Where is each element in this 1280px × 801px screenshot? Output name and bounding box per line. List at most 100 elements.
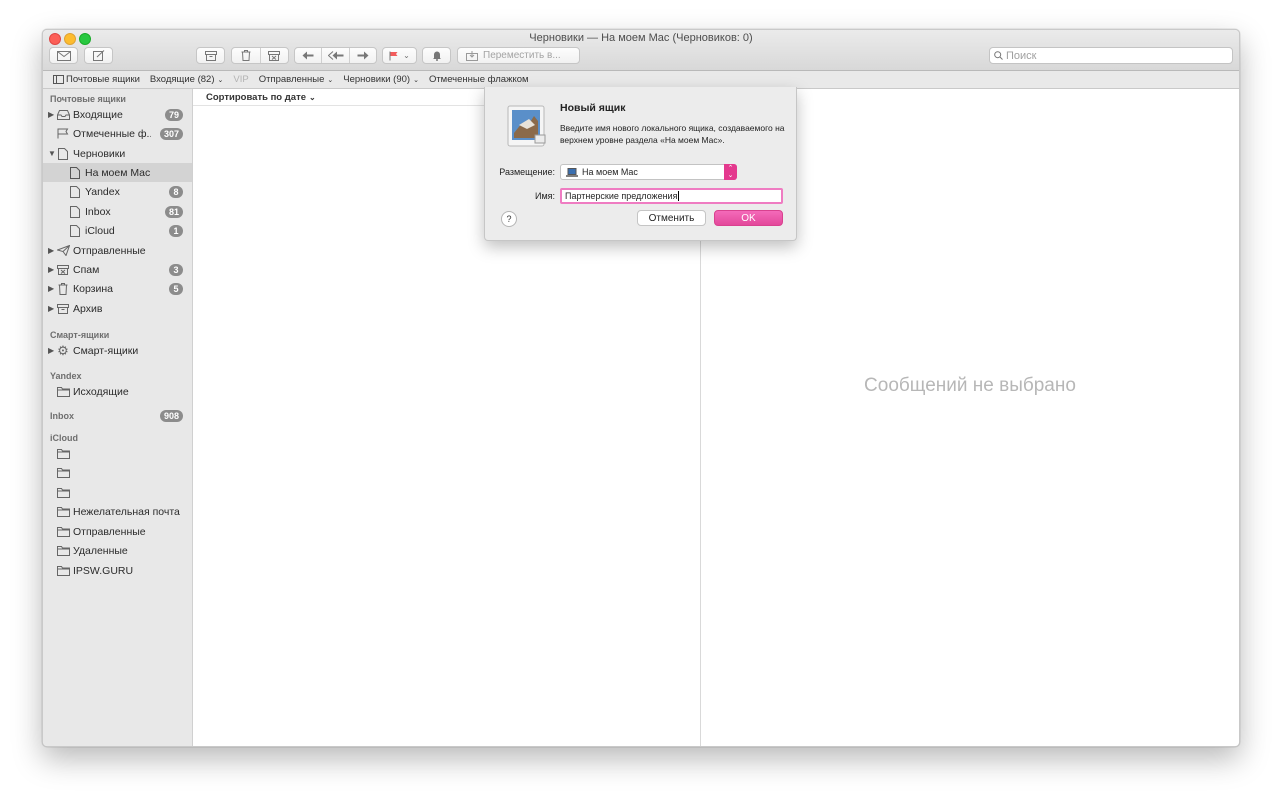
sidebar-item-drafts[interactable]: ▼ Черновики xyxy=(43,144,192,163)
sidebar-toggle-icon xyxy=(53,75,64,84)
cancel-button[interactable]: Отменить xyxy=(637,210,706,226)
archive-icon xyxy=(204,50,217,61)
unread-badge: 79 xyxy=(164,108,183,121)
forward-button[interactable] xyxy=(350,51,376,60)
favorites-drafts[interactable]: Черновики (90) ⌄ xyxy=(343,74,419,85)
sidebar-item-label: Спам xyxy=(73,263,100,276)
unread-badge: 81 xyxy=(164,205,183,218)
chevron-down-icon: ⌄ xyxy=(217,76,224,84)
sidebar-item-smart-mailboxes[interactable]: ▶ ⚙ Смарт-ящики xyxy=(43,341,192,360)
flag-button[interactable]: ⌄ xyxy=(382,47,417,64)
sidebar-item-label: Yandex xyxy=(85,185,120,198)
document-icon xyxy=(68,185,82,198)
sidebar-item-folder[interactable] xyxy=(43,483,192,502)
paper-plane-icon xyxy=(56,245,70,257)
sidebar-item-flagged[interactable]: Отмеченные ф... 307 xyxy=(43,124,192,143)
disclosure-right-icon[interactable]: ▶ xyxy=(48,110,56,119)
sidebar-item-label: iCloud xyxy=(85,224,115,237)
folder-icon xyxy=(56,506,70,518)
chevron-down-icon: ⌄ xyxy=(309,92,316,102)
sidebar-item-yandex-drafts[interactable]: Yandex 8 xyxy=(43,182,192,201)
trash-icon xyxy=(56,282,70,295)
reply-icon xyxy=(302,51,314,60)
favorites-inbox[interactable]: Входящие (82) ⌄ xyxy=(150,74,223,85)
get-mail-button[interactable] xyxy=(49,47,78,64)
section-inbox: Inbox xyxy=(50,411,74,421)
folder-icon xyxy=(56,526,70,538)
new-mailbox-dialog: Новый ящик Введите имя нового локального… xyxy=(484,87,797,241)
location-value: На моем Mac xyxy=(582,167,638,177)
folder-icon xyxy=(56,565,70,577)
move-to-label: Переместить в... xyxy=(483,50,561,61)
sidebar-item-label: Нежелательная почта xyxy=(73,505,180,518)
sidebar-item-inbox-drafts[interactable]: Inbox 81 xyxy=(43,202,192,221)
disclosure-right-icon[interactable]: ▶ xyxy=(48,346,56,355)
archive-button[interactable] xyxy=(196,47,225,64)
sort-label: Сортировать по дате xyxy=(206,91,307,103)
envelope-icon xyxy=(56,50,71,61)
flag-icon xyxy=(389,51,398,60)
favorites-inbox-label: Входящие (82) xyxy=(149,74,215,85)
favorites-mailboxes-button[interactable]: Почтовые ящики xyxy=(53,74,140,85)
sidebar-item-trash[interactable]: ▶ Корзина 5 xyxy=(43,279,192,298)
disclosure-right-icon[interactable]: ▶ xyxy=(48,284,56,293)
help-button[interactable]: ? xyxy=(501,211,517,227)
sidebar-item-icloud-sent[interactable]: Отправленные xyxy=(43,522,192,541)
mute-button[interactable] xyxy=(422,47,451,64)
mailbox-name-input[interactable]: Партнерские предложения xyxy=(560,188,783,204)
sidebar-item-label: Корзина xyxy=(73,282,113,295)
reply-group xyxy=(294,47,377,64)
document-icon xyxy=(68,205,82,218)
sidebar-item-inbox[interactable]: ▶ Входящие 79 xyxy=(43,105,192,124)
reply-all-icon xyxy=(327,51,343,60)
chevron-down-icon: ⌄ xyxy=(327,76,334,84)
disclosure-right-icon[interactable]: ▶ xyxy=(48,304,56,313)
laptop-icon xyxy=(566,167,578,177)
disclosure-down-icon[interactable]: ▼ xyxy=(48,149,56,158)
delete-button[interactable] xyxy=(232,50,260,61)
up-down-arrows-icon: ⌃ ⌄ xyxy=(724,164,737,180)
unread-badge: 307 xyxy=(159,127,183,140)
sidebar-item-ipsw-guru[interactable]: IPSW.GURU xyxy=(43,561,192,580)
ok-button[interactable]: OK xyxy=(714,210,783,226)
sidebar-item-label: Смарт-ящики xyxy=(73,344,139,357)
favorites-vip[interactable]: VIP xyxy=(233,74,248,85)
chevron-down-icon: ⌄ xyxy=(413,76,419,84)
disclosure-right-icon[interactable]: ▶ xyxy=(48,265,56,274)
sidebar-item-icloud-drafts[interactable]: iCloud 1 xyxy=(43,221,192,240)
sidebar-item-folder[interactable] xyxy=(43,463,192,482)
sidebar-item-spam[interactable]: ▶ Спам 3 xyxy=(43,260,192,279)
name-label: Имя: xyxy=(534,191,555,201)
junk-button[interactable] xyxy=(261,50,289,61)
mailbox-name-value: Партнерские предложения xyxy=(565,191,678,201)
document-icon xyxy=(56,147,70,160)
search-field[interactable]: Поиск xyxy=(989,47,1233,64)
location-popup[interactable]: На моем Mac ⌃ ⌄ xyxy=(560,164,737,180)
favorites-flagged[interactable]: Отмеченные флажком xyxy=(429,74,529,85)
section-yandex: Yandex xyxy=(50,371,82,381)
reply-all-button[interactable] xyxy=(322,51,349,60)
sidebar-item-label: Отмеченные ф... xyxy=(73,127,151,140)
sidebar-item-label: Черновики xyxy=(73,147,126,160)
sidebar-item-sent[interactable]: ▶ Отправленные xyxy=(43,241,192,260)
favorites-sent[interactable]: Отправленные ⌄ xyxy=(259,74,334,85)
dialog-description: Введите имя нового локального ящика, соз… xyxy=(560,123,785,145)
inbox-tray-icon xyxy=(56,109,70,121)
sidebar-item-deleted[interactable]: Удаленные xyxy=(43,541,192,560)
favorites-drafts-label: Черновики (90) xyxy=(343,74,411,85)
disclosure-right-icon[interactable]: ▶ xyxy=(48,246,56,255)
titlebar: Черновики — На моем Mac (Черновиков: 0) xyxy=(43,30,1239,71)
favorites-sent-label: Отправленные xyxy=(258,74,325,85)
folder-icon xyxy=(56,467,70,479)
sidebar-item-folder[interactable] xyxy=(43,444,192,463)
move-to-button[interactable]: Переместить в... xyxy=(457,47,580,64)
reply-button[interactable] xyxy=(295,51,321,60)
move-to-icon xyxy=(466,50,478,61)
sidebar-item-junk-mail[interactable]: Нежелательная почта xyxy=(43,502,192,521)
sidebar-item-archive[interactable]: ▶ Архив xyxy=(43,299,192,318)
delete-junk-group xyxy=(231,47,289,64)
compose-button[interactable] xyxy=(84,47,113,64)
sidebar-item-on-my-mac[interactable]: На моем Mac xyxy=(43,163,192,182)
sidebar-item-outbox[interactable]: Исходящие xyxy=(43,382,192,401)
text-caret xyxy=(678,191,680,201)
